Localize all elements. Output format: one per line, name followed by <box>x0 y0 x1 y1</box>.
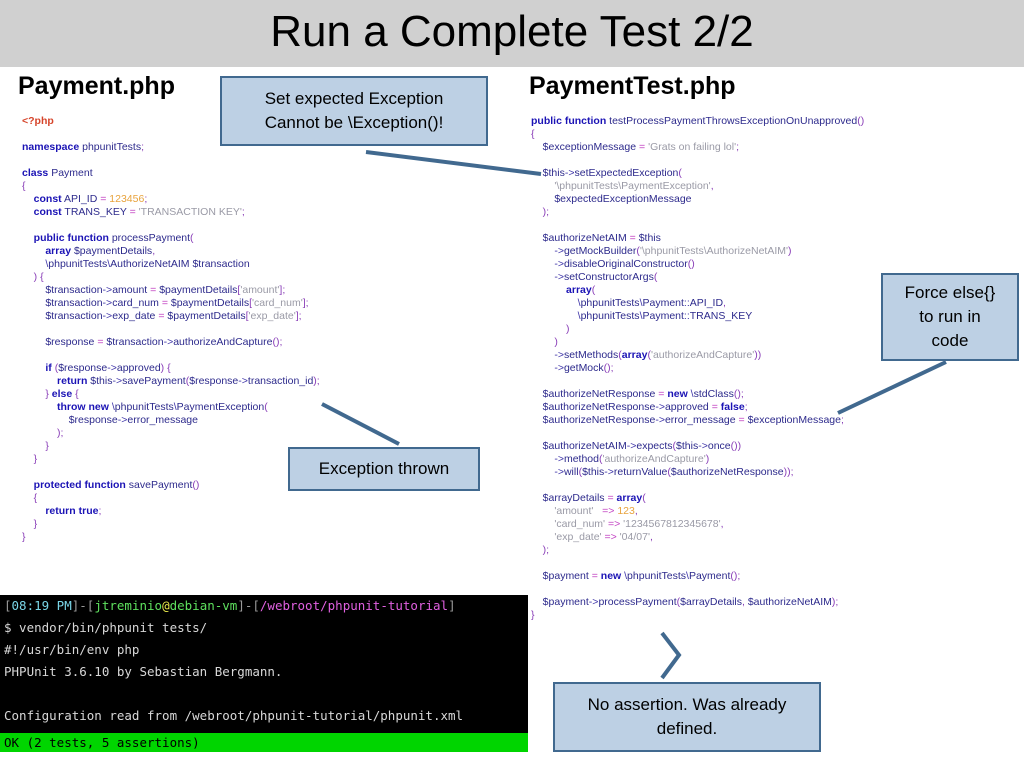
connector-set-expected <box>365 150 542 176</box>
page-title: Run a Complete Test 2/2 <box>270 7 754 56</box>
terminal-line: Configuration read from /webroot/phpunit… <box>4 708 464 723</box>
callout-force-else-line2: to run in <box>919 307 981 326</box>
terminal-line: #!/usr/bin/env php <box>4 642 140 657</box>
terminal-prompt-line: [08:19 PM]-[jtreminio@debian-vm]-[/webro… <box>4 598 456 613</box>
connector-no-assertion <box>660 631 682 680</box>
callout-set-expected-exception: Set expected Exception Cannot be \Except… <box>220 76 488 146</box>
connector-exception-thrown <box>321 402 400 446</box>
callout-force-else-line3: code <box>931 331 969 350</box>
terminal-line: PHPUnit 3.6.10 by Sebastian Bergmann. <box>4 664 283 679</box>
callout-set-expected-line2: Cannot be \Exception()! <box>264 113 444 132</box>
callout-exception-thrown-label: Exception thrown <box>318 459 450 478</box>
callout-force-else-line1: Force else{} <box>904 283 996 302</box>
paymenttest-php-code-block: public function testProcessPaymentThrows… <box>531 115 865 621</box>
payment-php-code-block: <?php namespace phpunitTests; class Paym… <box>22 115 320 543</box>
right-file-heading: PaymentTest.php <box>529 72 736 100</box>
terminal-result-bar: OK (2 tests, 5 assertions) <box>0 733 528 752</box>
left-file-heading: Payment.php <box>18 72 175 100</box>
terminal-output: [08:19 PM]-[jtreminio@debian-vm]-[/webro… <box>0 595 528 752</box>
terminal-command-line: $ vendor/bin/phpunit tests/ <box>4 620 208 635</box>
callout-no-assertion: No assertion. Was already defined. <box>553 682 821 752</box>
terminal-window: [08:19 PM]-[jtreminio@debian-vm]-[/webro… <box>0 595 528 752</box>
slide-canvas: Run a Complete Test 2/2 Payment.php Paym… <box>0 0 1024 768</box>
callout-force-else: Force else{} to run in code <box>881 273 1019 361</box>
callout-no-assertion-line1: No assertion. Was already <box>587 695 787 714</box>
callout-no-assertion-line2: defined. <box>656 719 718 738</box>
callout-exception-thrown: Exception thrown <box>288 447 480 491</box>
callout-set-expected-line1: Set expected Exception <box>264 89 444 108</box>
